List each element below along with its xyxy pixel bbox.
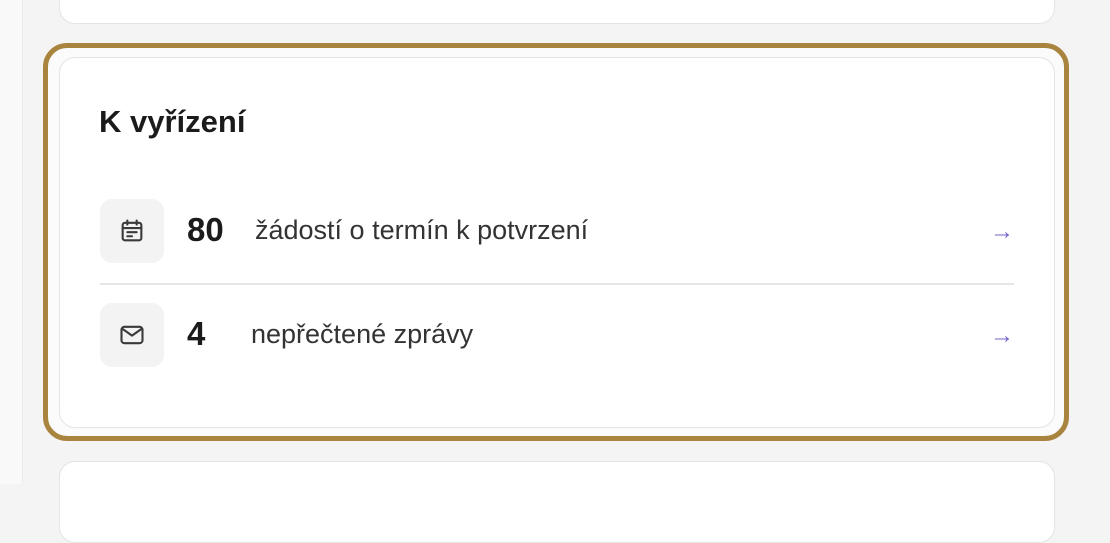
arrow-right-icon[interactable]: → xyxy=(990,217,1014,247)
message-label: nepřečtené zprávy xyxy=(251,319,474,349)
card-above xyxy=(59,0,1055,24)
card-below xyxy=(59,461,1055,543)
pending-item-appointments[interactable]: 80 žádostí o termín k potvrzení → xyxy=(100,199,1014,263)
divider xyxy=(100,283,1014,285)
calendar-icon xyxy=(100,199,164,263)
panel-title: K vyřízení xyxy=(99,104,246,139)
left-rail xyxy=(0,0,23,484)
pending-panel: K vyřízení 80 žádostí o termín k potvrze… xyxy=(59,57,1055,428)
mail-icon xyxy=(100,303,164,367)
message-count: 4 xyxy=(187,315,206,352)
appointment-count: 80 xyxy=(187,211,224,248)
appointment-label: žádostí o termín k potvrzení xyxy=(255,215,589,245)
pending-item-messages[interactable]: 4 nepřečtené zprávy → xyxy=(100,303,1014,367)
arrow-right-icon[interactable]: → xyxy=(990,321,1014,351)
